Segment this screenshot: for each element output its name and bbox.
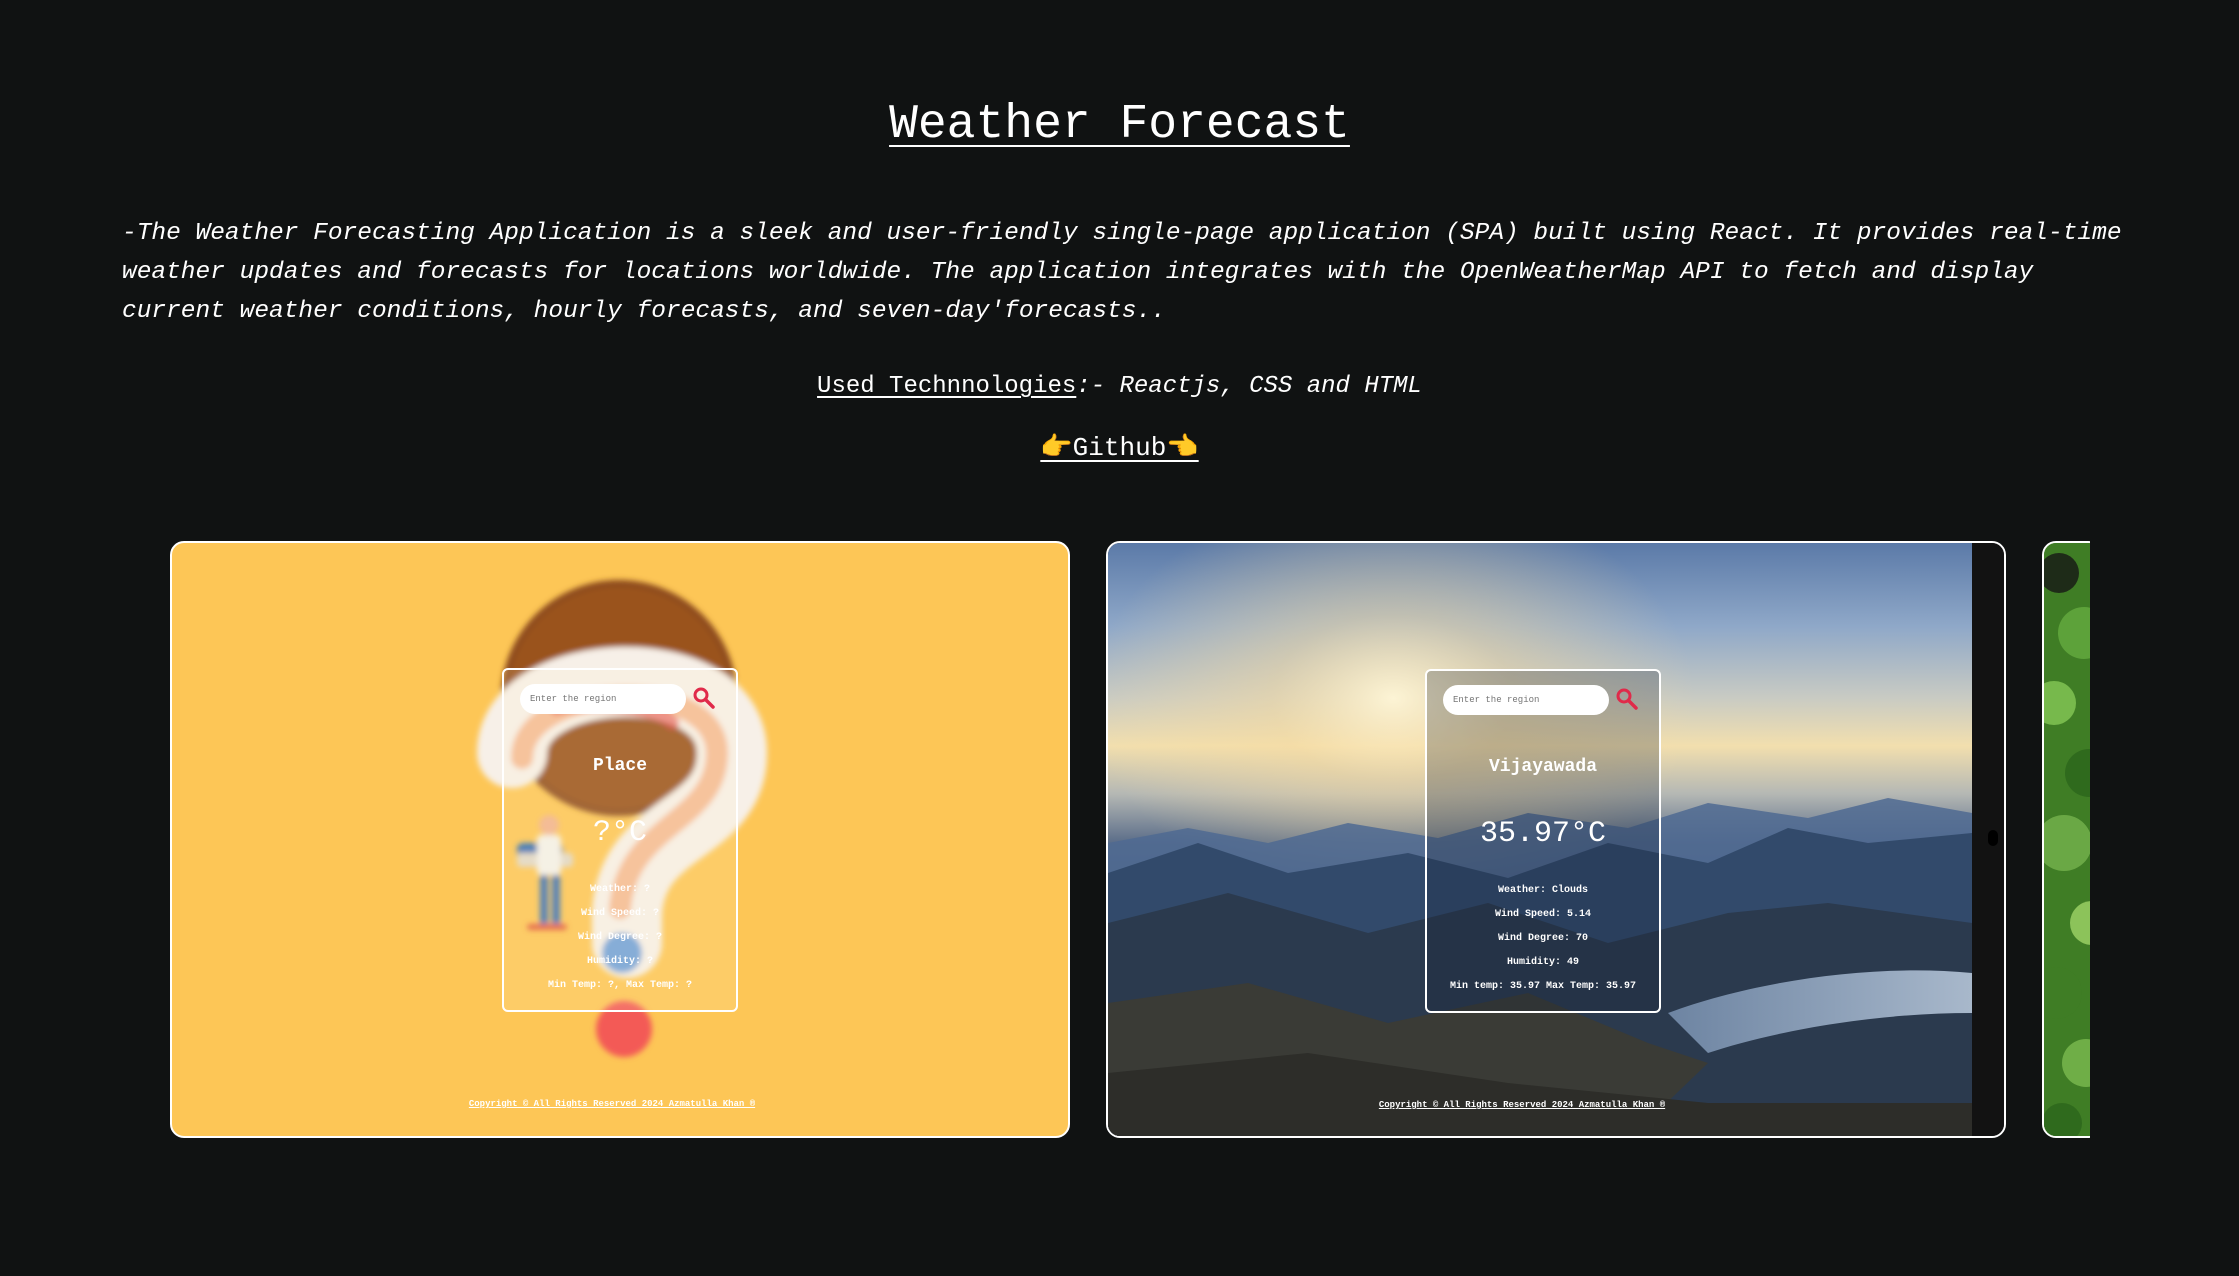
- place-name: Place: [592, 756, 647, 776]
- screenshot-carousel[interactable]: Place ?°C Weather: ? Wind Speed: ? Wind …: [170, 541, 2090, 1142]
- search-row: [520, 684, 720, 716]
- tech-value: :- Reactjs, CSS and HTML: [1076, 373, 1422, 400]
- carousel-slide-3[interactable]: [2042, 541, 2090, 1138]
- weather-stats: Weather: ? Wind Speed: ? Wind Degree: ? …: [504, 878, 736, 998]
- copyright-footer[interactable]: Copyright © All Rights Reserved 2024 Azm…: [172, 1099, 1060, 1109]
- page-title: Weather Forecast: [889, 98, 1350, 152]
- wind-degree-text: Wind Degree: ?: [577, 932, 662, 943]
- search-input[interactable]: [520, 684, 686, 714]
- search-icon[interactable]: [692, 686, 716, 710]
- scroll-dot: [1988, 830, 1998, 846]
- place-name: Vijayawada: [1488, 757, 1598, 777]
- min-max-temp-text: Min Temp: ?, Max Temp: ?: [547, 980, 693, 991]
- wind-speed-text: Wind Speed: 5.14: [1494, 909, 1591, 920]
- weather-text: Weather: ?: [589, 884, 650, 895]
- weather-text: Weather: Clouds: [1497, 885, 1588, 896]
- humidity-text: Humidity: ?: [586, 956, 653, 967]
- tech-label: Used Technnologies: [817, 373, 1077, 400]
- tech-line: Used Technnologies:- Reactjs, CSS and HT…: [0, 373, 2239, 400]
- temperature: 35.97°C: [1479, 817, 1607, 851]
- temperature: ?°C: [592, 816, 647, 850]
- search-icon[interactable]: [1615, 687, 1639, 711]
- copyright-footer[interactable]: Copyright © All Rights Reserved 2024 Azm…: [1108, 1100, 1954, 1110]
- weather-card: Place ?°C Weather: ? Wind Speed: ? Wind …: [502, 668, 738, 1012]
- weather-stats: Weather: Clouds Wind Speed: 5.14 Wind De…: [1427, 879, 1659, 999]
- project-description: -The Weather Forecasting Application is …: [122, 220, 2122, 325]
- carousel-slide-2[interactable]: Vijayawada 35.97°C Weather: Clouds Wind …: [1106, 541, 2006, 1138]
- weather-card: Vijayawada 35.97°C Weather: Clouds Wind …: [1425, 669, 1661, 1013]
- carousel-slide-1[interactable]: Place ?°C Weather: ? Wind Speed: ? Wind …: [170, 541, 1070, 1138]
- min-max-temp-text: Min temp: 35.97 Max Temp: 35.97: [1449, 981, 1637, 992]
- foliage-image: [2044, 543, 2090, 1136]
- wind-speed-text: Wind Speed: ?: [580, 908, 659, 919]
- wind-degree-text: Wind Degree: 70: [1497, 933, 1588, 944]
- github-link[interactable]: 👉Github👈: [1040, 433, 1198, 463]
- github-row: 👉Github👈: [0, 432, 2239, 463]
- search-input[interactable]: [1443, 685, 1609, 715]
- humidity-text: Humidity: 49: [1506, 957, 1579, 968]
- search-row: [1443, 685, 1643, 717]
